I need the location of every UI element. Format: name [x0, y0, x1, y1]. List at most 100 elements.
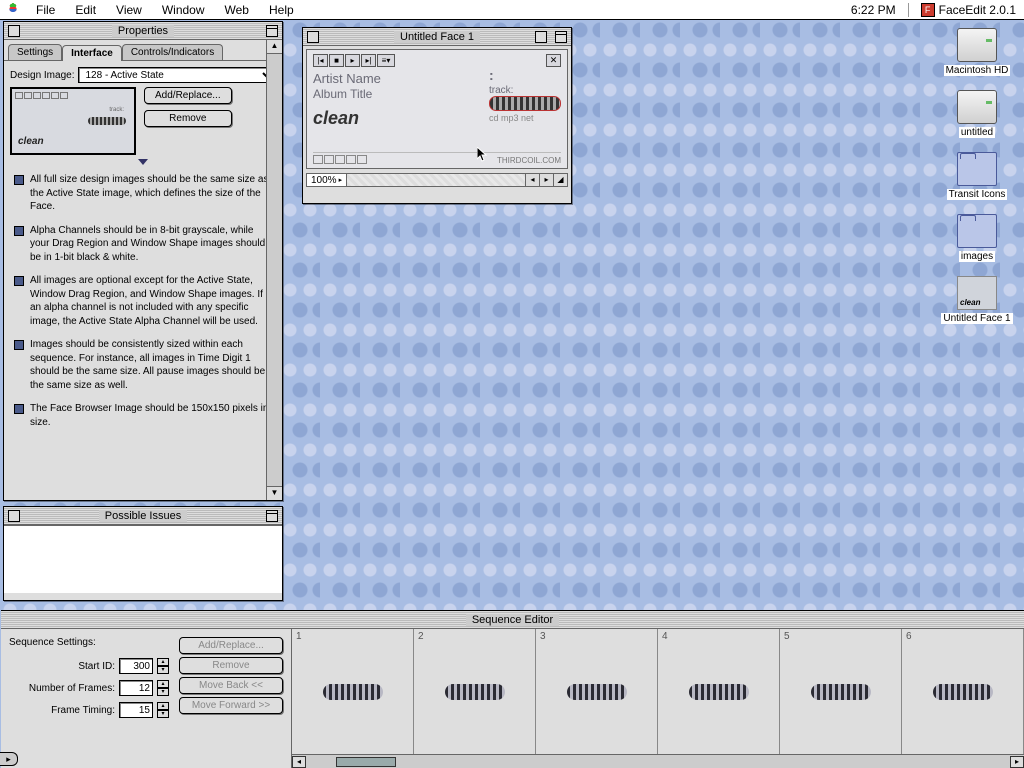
menu-edit[interactable]: Edit — [65, 3, 106, 17]
frames-input[interactable] — [119, 680, 153, 696]
scroll-right-arrow[interactable]: ▸ — [540, 173, 554, 187]
windowshade-box[interactable] — [555, 31, 567, 43]
window-title: Sequence Editor — [466, 614, 559, 626]
frame-number: 2 — [418, 631, 424, 642]
face-document-icon: clean — [957, 276, 997, 310]
frame-thumbnail — [811, 684, 871, 700]
close-icon[interactable]: ✕ — [546, 54, 561, 67]
sequence-titlebar[interactable]: Sequence Editor — [1, 611, 1024, 629]
next-track-icon[interactable]: ▸| — [361, 54, 376, 67]
hint-text: The Face Browser Image should be 150x150… — [30, 402, 272, 429]
seq-remove-button: Remove — [179, 657, 283, 674]
stop-icon[interactable]: ■ — [329, 54, 344, 67]
hint-text: All images are optional except for the A… — [30, 274, 272, 328]
frame-thumbnail — [445, 684, 505, 700]
sequence-frame[interactable]: 6 — [902, 629, 1024, 754]
thumb-brand: clean — [18, 136, 44, 147]
timing-stepper[interactable]: ▴▾ — [157, 702, 169, 718]
issues-window: Possible Issues — [3, 506, 283, 601]
track-label: track: — [489, 85, 561, 96]
face-preview-window: Untitled Face 1 |◂ ■ ▸ ▸| ≡▾ ✕ Artist Na… — [302, 27, 572, 204]
desktop-icon-untitled[interactable]: untitled — [936, 90, 1018, 138]
scroll-left-arrow[interactable]: ◂ — [292, 756, 306, 768]
apple-menu[interactable] — [0, 2, 26, 17]
properties-titlebar[interactable]: Properties — [4, 22, 282, 40]
frame-number: 4 — [662, 631, 668, 642]
menu-help[interactable]: Help — [259, 3, 304, 17]
properties-scrollbar[interactable]: ▲▼ — [266, 40, 282, 500]
time-display: : — [489, 71, 561, 79]
menu-view[interactable]: View — [106, 3, 152, 17]
hint-text: Images should be consistently sized with… — [30, 338, 272, 392]
start-id-input[interactable] — [119, 658, 153, 674]
desktop-icon-face[interactable]: cleanUntitled Face 1 — [936, 276, 1018, 324]
frame-number: 3 — [540, 631, 546, 642]
sequence-frame[interactable]: 5 — [780, 629, 902, 754]
tab-interface[interactable]: Interface — [62, 45, 122, 61]
desktop-icon-images[interactable]: images — [936, 214, 1018, 262]
scrollbar-thumb[interactable] — [336, 757, 396, 767]
icon-label: Macintosh HD — [944, 65, 1011, 76]
sequence-frame[interactable]: 1 — [292, 629, 414, 754]
disclosure-triangle-icon[interactable] — [138, 159, 148, 165]
menubar-clock[interactable]: 6:22 PM — [843, 3, 904, 17]
play-icon[interactable]: ▸ — [345, 54, 360, 67]
face-titlebar[interactable]: Untitled Face 1 — [303, 28, 571, 46]
properties-window: Properties Settings Interface Controls/I… — [3, 21, 283, 501]
scroll-right-arrow[interactable]: ▸ — [1010, 756, 1024, 768]
menu-window[interactable]: Window — [152, 3, 215, 17]
remove-button[interactable]: Remove — [144, 110, 232, 127]
sequence-settings-label: Sequence Settings: — [9, 637, 169, 648]
window-title: Untitled Face 1 — [394, 31, 480, 43]
move-back-button: Move Back << — [179, 677, 283, 694]
start-id-label: Start ID: — [78, 661, 115, 672]
menu-file[interactable]: File — [26, 3, 65, 17]
application-switcher-tab[interactable]: ▸ — [0, 752, 18, 766]
scroll-up-arrow[interactable]: ▲ — [267, 40, 282, 54]
sequence-frame[interactable]: 2 — [414, 629, 536, 754]
sequence-frame[interactable]: 4 — [658, 629, 780, 754]
hard-disk-icon — [957, 90, 997, 124]
app-icon: F — [921, 3, 935, 17]
tab-settings[interactable]: Settings — [8, 44, 62, 60]
add-replace-button[interactable]: Add/Replace... — [144, 87, 232, 104]
application-menu[interactable]: F FaceEdit 2.0.1 — [913, 3, 1024, 17]
zoom-box[interactable] — [535, 31, 547, 43]
windowshade-box[interactable] — [266, 510, 278, 522]
icon-label: Transit Icons — [947, 189, 1008, 200]
close-box[interactable] — [8, 25, 20, 37]
desktop-icons: Macintosh HD untitled Transit Icons imag… — [936, 28, 1018, 338]
start-id-stepper[interactable]: ▴▾ — [157, 658, 169, 674]
frames-stepper[interactable]: ▴▾ — [157, 680, 169, 696]
horizontal-scrollbar[interactable] — [347, 173, 526, 187]
design-image-thumbnail[interactable]: track: clean — [10, 87, 136, 155]
thumb-track-label: track: — [109, 107, 124, 113]
desktop-icon-hd[interactable]: Macintosh HD — [936, 28, 1018, 76]
bullet-icon — [14, 226, 24, 236]
prev-track-icon[interactable]: |◂ — [313, 54, 328, 67]
resize-grip-icon[interactable]: ◢ — [554, 173, 568, 187]
hard-disk-icon — [957, 28, 997, 62]
track-progress-bar[interactable] — [489, 96, 561, 111]
scroll-left-arrow[interactable]: ◂ — [526, 173, 540, 187]
sequence-frame[interactable]: 3 — [536, 629, 658, 754]
menu-web[interactable]: Web — [215, 3, 259, 17]
issues-titlebar[interactable]: Possible Issues — [4, 507, 282, 525]
desktop-icon-transit[interactable]: Transit Icons — [936, 152, 1018, 200]
frame-number: 6 — [906, 631, 912, 642]
frame-thumbnail — [567, 684, 627, 700]
zoom-level[interactable]: 100%▸ — [306, 173, 347, 187]
timing-input[interactable] — [119, 702, 153, 718]
windowshade-box[interactable] — [266, 25, 278, 37]
close-box[interactable] — [307, 31, 319, 43]
close-box[interactable] — [8, 510, 20, 522]
scroll-down-arrow[interactable]: ▼ — [267, 486, 282, 500]
footer-buttons[interactable] — [313, 155, 368, 166]
tab-controls[interactable]: Controls/Indicators — [122, 44, 223, 60]
timing-label: Frame Timing: — [51, 705, 115, 716]
folder-icon — [957, 152, 997, 186]
design-image-select[interactable]: 128 - Active State — [78, 67, 276, 83]
menu-dropdown-icon[interactable]: ≡▾ — [377, 54, 395, 67]
sequence-scrollbar[interactable]: ◂ ▸ — [292, 754, 1024, 768]
skin-brand: clean — [313, 108, 381, 129]
